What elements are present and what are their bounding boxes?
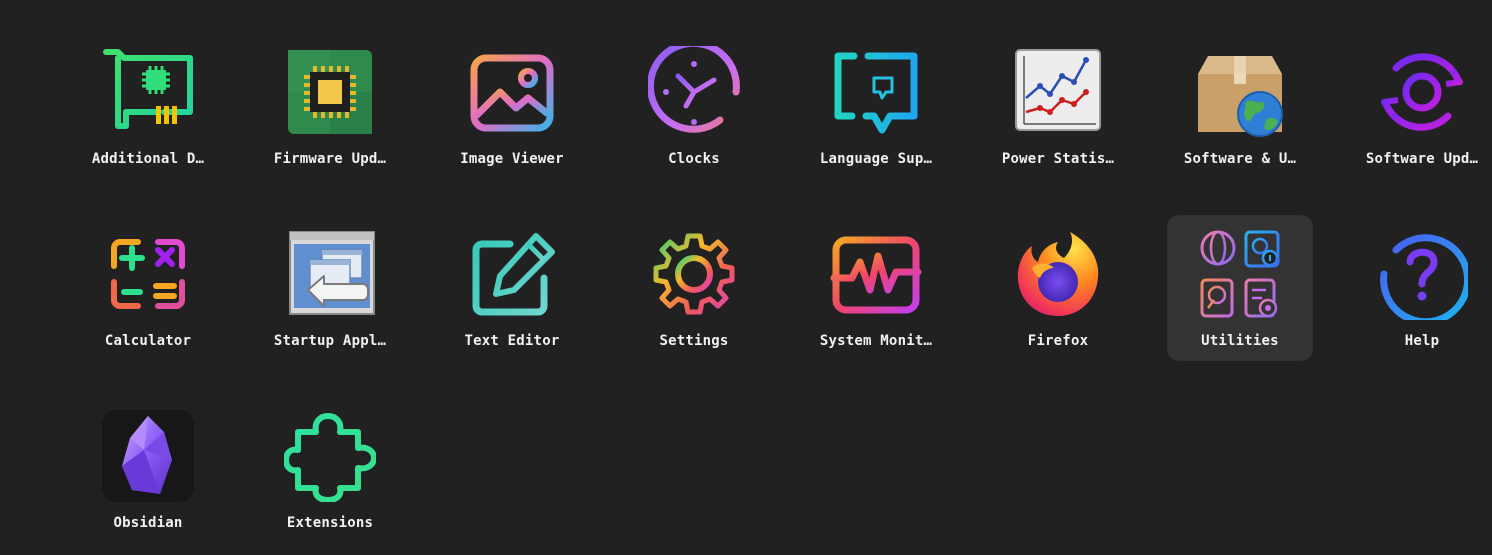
software-updates-icon xyxy=(1194,46,1286,138)
extensions-icon xyxy=(284,410,376,502)
app-label: Software & U… xyxy=(1183,151,1297,167)
app-label: Image Viewer xyxy=(460,151,564,167)
calculator-icon xyxy=(102,228,194,320)
app-label: System Monit… xyxy=(819,333,933,349)
app-label: Obsidian xyxy=(113,515,183,531)
app-label: Utilities xyxy=(1201,333,1279,349)
app-tile-obsidian[interactable]: Obsidian xyxy=(75,399,221,545)
app-label: Software Upd… xyxy=(1365,151,1479,167)
additional-drivers-icon xyxy=(102,46,194,138)
app-label: Startup Appl… xyxy=(273,333,387,349)
app-label: Firmware Upd… xyxy=(273,151,387,167)
app-label: Language Sup… xyxy=(819,151,933,167)
app-tile-clocks[interactable]: Clocks xyxy=(621,35,767,181)
app-label: Settings xyxy=(659,333,729,349)
software-updater-icon xyxy=(1376,46,1468,138)
app-tile-extensions[interactable]: Extensions xyxy=(257,399,403,545)
text-editor-icon xyxy=(466,228,558,320)
app-label: Help xyxy=(1404,333,1440,349)
app-label: Power Statis… xyxy=(1001,151,1115,167)
app-label: Text Editor xyxy=(464,333,560,349)
power-statistics-icon xyxy=(1012,46,1104,138)
app-tile-firefox[interactable]: Firefox xyxy=(985,217,1131,363)
app-label: Calculator xyxy=(104,333,192,349)
app-tile-firmware-updater[interactable]: Firmware Upd… xyxy=(257,35,403,181)
app-tile-software-updates[interactable]: Software & U… xyxy=(1167,35,1313,181)
app-label: Firefox xyxy=(1027,333,1089,349)
app-tile-help[interactable]: Help xyxy=(1349,217,1492,363)
system-monitor-icon xyxy=(830,228,922,320)
startup-applications-icon xyxy=(284,228,376,320)
app-grid: Additional D… Firmware Upd… Image Viewer… xyxy=(0,0,1492,555)
app-tile-additional-drivers[interactable]: Additional D… xyxy=(75,35,221,181)
language-support-icon xyxy=(830,46,922,138)
app-tile-startup-applications[interactable]: Startup Appl… xyxy=(257,217,403,363)
obsidian-icon xyxy=(102,410,194,502)
utilities-folder-icon xyxy=(1194,228,1286,320)
app-label: Extensions xyxy=(286,515,374,531)
app-tile-power-statistics[interactable]: Power Statis… xyxy=(985,35,1131,181)
app-tile-text-editor[interactable]: Text Editor xyxy=(439,217,585,363)
app-folder-utilities[interactable]: Utilities xyxy=(1167,215,1313,361)
app-tile-language-support[interactable]: Language Sup… xyxy=(803,35,949,181)
clocks-icon xyxy=(648,46,740,138)
app-tile-software-updater[interactable]: Software Upd… xyxy=(1349,35,1492,181)
app-label: Clocks xyxy=(668,151,720,167)
gear-icon xyxy=(648,228,740,320)
app-tile-settings[interactable]: Settings xyxy=(621,217,767,363)
firefox-icon xyxy=(1012,228,1104,320)
app-tile-calculator[interactable]: Calculator xyxy=(75,217,221,363)
firmware-updater-icon xyxy=(284,46,376,138)
app-tile-image-viewer[interactable]: Image Viewer xyxy=(439,35,585,181)
app-label: Additional D… xyxy=(91,151,205,167)
app-tile-system-monitor[interactable]: System Monit… xyxy=(803,217,949,363)
help-icon xyxy=(1376,228,1468,320)
image-viewer-icon xyxy=(466,46,558,138)
